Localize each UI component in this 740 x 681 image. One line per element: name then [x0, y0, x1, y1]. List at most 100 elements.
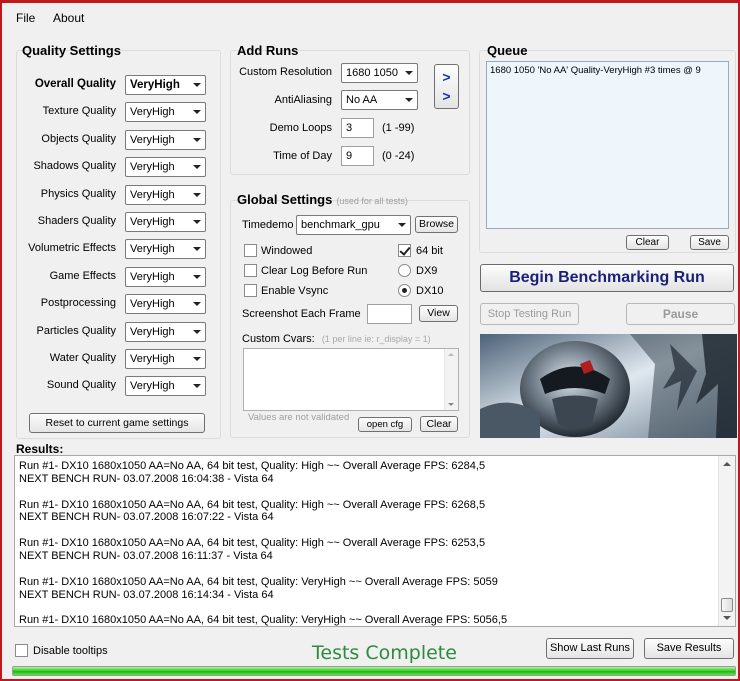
- results-line: NEXT BENCH RUN- 03.07.2008 16:07:22 - Vi…: [19, 511, 274, 524]
- demo-loops-hint: (1 -99): [382, 122, 415, 134]
- results-scrollbar[interactable]: [718, 456, 735, 626]
- chevron-down-icon: [193, 274, 201, 279]
- disable-tooltips-label: Disable tooltips: [33, 645, 108, 657]
- screenshot-label: Screenshot Each Frame: [242, 308, 361, 320]
- resolution-select[interactable]: 1680 1050: [341, 63, 418, 83]
- physics-quality-select[interactable]: VeryHigh: [125, 184, 206, 205]
- windowed-checkbox[interactable]: [244, 244, 257, 257]
- reset-settings-button[interactable]: Reset to current game settings: [29, 413, 205, 433]
- cvars-textarea[interactable]: [243, 348, 459, 411]
- overall-quality-select[interactable]: VeryHigh: [125, 75, 206, 95]
- results-line: NEXT BENCH RUN- 03.07.2008 16:14:34 - Vi…: [19, 588, 274, 601]
- results-log[interactable]: Run #1- DX10 1680x1050 AA=No AA, 64 bit …: [14, 455, 736, 627]
- chevron-down-icon: [193, 110, 201, 115]
- add-runs-title: Add Runs: [237, 43, 299, 58]
- time-of-day-label: Time of Day: [273, 150, 332, 162]
- open-cfg-button[interactable]: open cfg: [358, 417, 412, 432]
- timedemo-select[interactable]: benchmark_gpu: [296, 215, 411, 235]
- queue-clear-button[interactable]: Clear: [626, 235, 669, 250]
- chevron-down-icon: [398, 223, 406, 227]
- cvars-scrollbar[interactable]: [444, 349, 458, 410]
- cvars-label: Custom Cvars: (1 per line ie: r_display …: [242, 333, 431, 345]
- texture-quality-value: VeryHigh: [130, 106, 175, 119]
- vsync-checkbox[interactable]: [244, 284, 257, 297]
- resolution-label: Custom Resolution: [239, 66, 332, 78]
- results-line: NEXT BENCH RUN- 03.07.2008 16:04:38 - Vi…: [19, 472, 274, 485]
- bit64-checkbox[interactable]: [398, 244, 411, 257]
- double-arrow-right-icon: > >: [442, 69, 451, 104]
- shaders-quality-select[interactable]: VeryHigh: [125, 212, 206, 232]
- dx9-radio[interactable]: [398, 264, 411, 277]
- stop-testing-button[interactable]: Stop Testing Run: [480, 303, 579, 325]
- shadows-quality-label: Shadows Quality: [33, 160, 116, 173]
- results-line: Run #1- DX10 1680x1050 AA=No AA, 64 bit …: [19, 575, 498, 588]
- dx10-radio[interactable]: [398, 284, 411, 297]
- pause-button[interactable]: Pause: [626, 303, 735, 325]
- postprocessing-select[interactable]: VeryHigh: [125, 294, 206, 315]
- begin-benchmark-button[interactable]: Begin Benchmarking Run: [480, 264, 734, 292]
- water-quality-select[interactable]: VeryHigh: [125, 349, 206, 369]
- cvars-clear-button[interactable]: Clear: [420, 416, 458, 432]
- particles-quality-value: VeryHigh: [130, 325, 175, 338]
- cvars-note: Values are not validated: [248, 412, 350, 423]
- quality-settings-title: Quality Settings: [22, 43, 121, 58]
- queue-list[interactable]: 1680 1050 'No AA' Quality-VeryHigh #3 ti…: [486, 61, 729, 229]
- objects-quality-label: Objects Quality: [41, 132, 116, 145]
- menu-about[interactable]: About: [53, 11, 84, 25]
- chevron-down-icon: [193, 165, 201, 170]
- results-title: Results:: [16, 442, 64, 456]
- shadows-quality-select[interactable]: VeryHigh: [125, 157, 206, 178]
- queue-item[interactable]: 1680 1050 'No AA' Quality-VeryHigh #3 ti…: [490, 65, 725, 76]
- time-of-day-input[interactable]: 9: [341, 146, 374, 166]
- particles-quality-select[interactable]: VeryHigh: [125, 321, 206, 342]
- clear-log-checkbox[interactable]: [244, 264, 257, 277]
- volumetric-effects-label: Volumetric Effects: [28, 242, 116, 255]
- chevron-down-icon: [193, 137, 201, 142]
- global-settings-subtitle: (used for all tests): [336, 196, 408, 206]
- texture-quality-select[interactable]: VeryHigh: [125, 102, 206, 123]
- progress-fill: [13, 667, 735, 675]
- volumetric-effects-value: VeryHigh: [130, 243, 175, 256]
- antialiasing-value: No AA: [346, 94, 378, 106]
- browse-button[interactable]: Browse: [415, 216, 458, 233]
- volumetric-effects-select[interactable]: VeryHigh: [125, 239, 206, 260]
- postprocessing-value: VeryHigh: [130, 298, 175, 311]
- show-last-runs-button[interactable]: Show Last Runs: [546, 638, 634, 659]
- objects-quality-select[interactable]: VeryHigh: [125, 129, 206, 150]
- view-button[interactable]: View: [419, 305, 458, 322]
- shadows-quality-value: VeryHigh: [130, 161, 175, 174]
- timedemo-value: benchmark_gpu: [301, 219, 380, 231]
- antialiasing-label: AntiAliasing: [274, 94, 332, 106]
- timedemo-label: Timedemo: [242, 219, 294, 231]
- sound-quality-select[interactable]: VeryHigh: [125, 376, 206, 397]
- cvars-hint: (1 per line ie: r_display = 1): [321, 334, 431, 344]
- antialiasing-select[interactable]: No AA: [341, 90, 418, 110]
- queue-title: Queue: [487, 43, 528, 58]
- save-results-button[interactable]: Save Results: [644, 638, 734, 659]
- postprocessing-label: Postprocessing: [40, 297, 116, 310]
- game-effects-select[interactable]: VeryHigh: [125, 266, 206, 287]
- bit64-label: 64 bit: [416, 245, 443, 257]
- screenshot-input[interactable]: [367, 304, 412, 324]
- queue-save-button[interactable]: Save: [690, 235, 729, 250]
- scroll-thumb[interactable]: [721, 598, 733, 612]
- menu-file[interactable]: File: [16, 11, 35, 25]
- menu-bar: File About: [2, 3, 738, 31]
- results-line: Run #1- DX10 1680x1050 AA=No AA, 64 bit …: [19, 614, 508, 627]
- objects-quality-value: VeryHigh: [130, 133, 175, 146]
- demo-loops-input[interactable]: 3: [341, 118, 374, 138]
- chevron-down-icon: [193, 329, 201, 334]
- physics-quality-label: Physics Quality: [40, 187, 116, 200]
- disable-tooltips-checkbox[interactable]: [15, 644, 28, 657]
- scroll-down-icon[interactable]: [723, 616, 731, 620]
- vsync-label: Enable Vsync: [261, 285, 329, 297]
- sound-quality-value: VeryHigh: [130, 380, 175, 393]
- demo-loops-label: Demo Loops: [269, 122, 332, 134]
- status-text: Tests Complete: [312, 642, 457, 664]
- chevron-down-icon: [193, 247, 201, 252]
- scroll-up-icon[interactable]: [723, 462, 731, 466]
- time-of-day-hint: (0 -24): [382, 150, 415, 162]
- add-to-queue-button[interactable]: > >: [434, 64, 459, 109]
- results-line: Run #1- DX10 1680x1050 AA=No AA, 64 bit …: [19, 460, 486, 472]
- results-line: NEXT BENCH RUN- 03.07.2008 16:11:37 - Vi…: [19, 549, 273, 562]
